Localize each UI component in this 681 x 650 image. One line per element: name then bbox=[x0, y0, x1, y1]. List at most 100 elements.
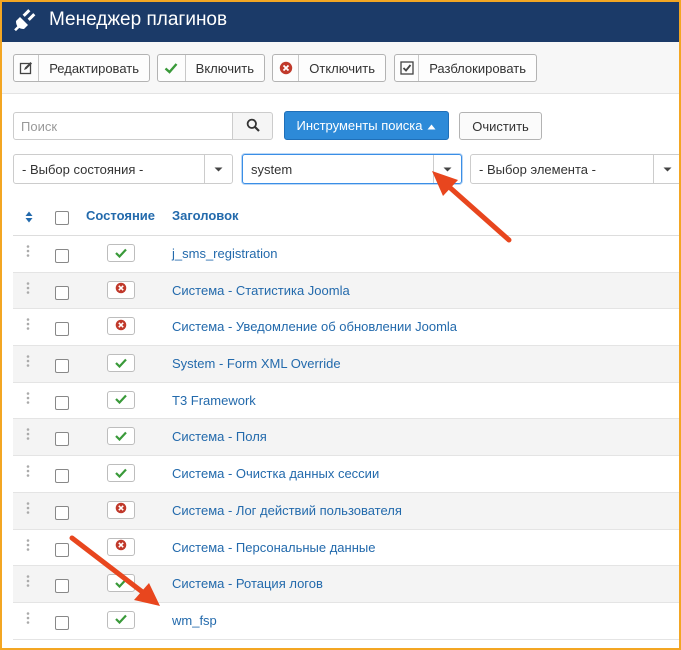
drag-handle-icon[interactable] bbox=[26, 391, 30, 404]
unblock-button[interactable]: Разблокировать bbox=[394, 54, 537, 82]
row-checkbox[interactable] bbox=[55, 285, 69, 300]
drag-handle-icon[interactable] bbox=[26, 502, 30, 514]
sort-icon[interactable] bbox=[25, 211, 33, 226]
plugin-title-link[interactable]: Система - Ротация логов bbox=[172, 576, 323, 591]
table-row: Система - Персональные данные bbox=[13, 530, 679, 567]
row-checkbox[interactable] bbox=[55, 615, 69, 630]
enabled-toggle[interactable] bbox=[107, 427, 135, 446]
app-frame: Менеджер плагинов Редактировать Включить bbox=[2, 2, 679, 648]
table-row: j_sms_registration bbox=[13, 236, 679, 273]
row-checkbox[interactable] bbox=[55, 359, 69, 374]
unblock-button-label: Разблокировать bbox=[429, 60, 526, 76]
search-button[interactable] bbox=[232, 112, 273, 140]
drag-handle-icon[interactable] bbox=[26, 465, 30, 477]
disable-icon bbox=[115, 319, 127, 334]
disable-button[interactable]: Отключить bbox=[272, 54, 386, 82]
search-tools-button[interactable]: Инструменты поиска bbox=[284, 111, 449, 140]
check-icon bbox=[115, 429, 127, 444]
edit-icon bbox=[14, 55, 40, 81]
table-row: Система - Лог действий пользователя bbox=[13, 492, 679, 530]
table-row: Система - Статистика Joomla bbox=[13, 272, 679, 310]
page-header: Менеджер плагинов bbox=[2, 2, 679, 42]
caret-down-icon bbox=[204, 155, 232, 183]
check-icon bbox=[115, 392, 127, 407]
enabled-toggle[interactable] bbox=[107, 610, 135, 629]
disabled-toggle[interactable] bbox=[107, 500, 135, 519]
caret-down-icon bbox=[433, 155, 461, 183]
drag-handle-icon[interactable] bbox=[26, 612, 30, 624]
enabled-toggle[interactable] bbox=[107, 354, 135, 373]
enabled-toggle[interactable] bbox=[107, 244, 135, 262]
row-checkbox[interactable] bbox=[55, 542, 69, 557]
plugin-title-link[interactable]: Система - Уведомление об обновлении Joom… bbox=[172, 319, 457, 334]
plugin-title-link[interactable]: Система - Лог действий пользователя bbox=[172, 503, 402, 518]
plugins-table: Состояние Заголовок j_sms_registration Си… bbox=[13, 198, 679, 640]
page-title: Менеджер плагинов bbox=[49, 9, 228, 30]
disable-icon bbox=[115, 502, 127, 517]
enabled-toggle[interactable] bbox=[107, 574, 135, 593]
disabled-toggle[interactable] bbox=[107, 280, 135, 299]
row-checkbox[interactable] bbox=[55, 469, 69, 484]
folder-filter-select[interactable]: system bbox=[242, 154, 462, 184]
row-checkbox[interactable] bbox=[55, 432, 69, 447]
disabled-toggle[interactable] bbox=[107, 317, 135, 336]
edit-button[interactable]: Редактировать bbox=[13, 54, 150, 82]
enable-button-label: Включить bbox=[195, 60, 254, 76]
disabled-toggle[interactable] bbox=[107, 537, 135, 556]
enabled-toggle[interactable] bbox=[107, 390, 135, 409]
row-checkbox[interactable] bbox=[55, 395, 69, 410]
disable-button-label: Отключить bbox=[309, 60, 375, 76]
row-checkbox[interactable] bbox=[55, 579, 69, 594]
element-filter-select[interactable]: - Выбор элемента - bbox=[470, 154, 679, 184]
state-filter-value: - Выбор состояния - bbox=[22, 161, 144, 177]
table-row: Система - Ротация логов bbox=[13, 566, 679, 603]
table-header: Состояние Заголовок bbox=[13, 198, 679, 236]
search-tools-label: Инструменты поиска bbox=[296, 118, 423, 133]
row-checkbox[interactable] bbox=[55, 249, 69, 263]
plugin-title-link[interactable]: Система - Статистика Joomla bbox=[172, 283, 350, 298]
plugin-title-link[interactable]: Система - Персональные данные bbox=[172, 540, 375, 555]
table-row: Система - Поля bbox=[13, 419, 679, 457]
row-checkbox[interactable] bbox=[55, 505, 69, 520]
drag-handle-icon[interactable] bbox=[26, 538, 30, 551]
plugin-title-link[interactable]: j_sms_registration bbox=[172, 246, 278, 261]
caret-up-icon bbox=[427, 118, 436, 133]
disable-icon bbox=[115, 539, 127, 554]
edit-button-label: Редактировать bbox=[49, 60, 139, 76]
column-title[interactable]: Заголовок bbox=[172, 208, 239, 223]
drag-handle-icon[interactable] bbox=[26, 575, 30, 587]
disable-icon bbox=[115, 282, 127, 297]
plugin-title-link[interactable]: T3 Framework bbox=[172, 393, 256, 408]
drag-handle-icon[interactable] bbox=[26, 281, 30, 294]
drag-handle-icon[interactable] bbox=[26, 245, 30, 257]
row-checkbox[interactable] bbox=[55, 322, 69, 337]
table-row: Система - Уведомление об обновлении Joom… bbox=[13, 309, 679, 347]
folder-filter-value: system bbox=[251, 161, 293, 177]
drag-handle-icon[interactable] bbox=[26, 318, 30, 331]
drag-handle-icon[interactable] bbox=[26, 355, 30, 367]
plugin-title-link[interactable]: System - Form XML Override bbox=[172, 356, 341, 371]
table-row: System - Form XML Override bbox=[13, 346, 679, 383]
column-status[interactable]: Состояние bbox=[86, 208, 155, 223]
search-input[interactable] bbox=[13, 112, 233, 140]
table-row: T3 Framework bbox=[13, 383, 679, 420]
drag-handle-icon[interactable] bbox=[26, 428, 30, 441]
check-icon bbox=[158, 55, 186, 81]
plugin-title-link[interactable]: Система - Очистка данных сессии bbox=[172, 466, 379, 481]
checkbox-icon bbox=[395, 55, 420, 81]
check-icon bbox=[115, 466, 127, 481]
table-row: Система - Очистка данных сессии bbox=[13, 456, 679, 493]
clear-button-label: Очистить bbox=[472, 118, 529, 134]
enabled-toggle[interactable] bbox=[107, 464, 135, 483]
enable-button[interactable]: Включить bbox=[157, 54, 265, 82]
select-all-checkbox[interactable] bbox=[55, 211, 69, 225]
disable-icon bbox=[273, 55, 300, 81]
search-icon bbox=[246, 118, 260, 135]
caret-down-icon bbox=[653, 155, 679, 183]
plugin-title-link[interactable]: wm_fsp bbox=[172, 613, 217, 628]
clear-button[interactable]: Очистить bbox=[459, 112, 542, 140]
check-icon bbox=[115, 576, 127, 591]
plugin-title-link[interactable]: Система - Поля bbox=[172, 429, 267, 444]
table-body: j_sms_registration Система - Статистика J… bbox=[13, 236, 679, 640]
state-filter-select[interactable]: - Выбор состояния - bbox=[13, 154, 233, 184]
